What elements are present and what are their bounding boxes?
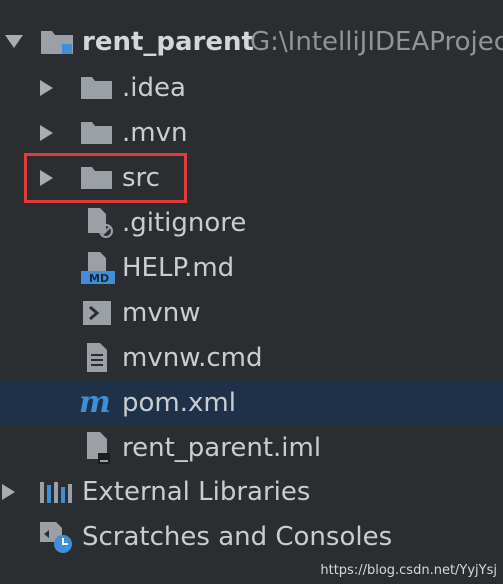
- tree-item-label: .mvn: [122, 118, 188, 148]
- tree-row-file[interactable]: mvnw.cmd: [0, 336, 503, 380]
- tree-row-folder[interactable]: .mvn: [0, 111, 503, 155]
- chevron-right-icon[interactable]: [2, 484, 15, 500]
- text-file-icon: [87, 343, 107, 372]
- tree-item-label: .idea: [122, 73, 186, 103]
- tree-row-file[interactable]: .gitignore: [0, 201, 503, 245]
- chevron-down-icon[interactable]: [5, 35, 23, 48]
- project-tree-panel: rent_parent G:\IntelliJIDEAProjec .idea …: [0, 0, 503, 584]
- scratches-label: Scratches and Consoles: [82, 522, 393, 552]
- shell-script-icon: [83, 301, 111, 325]
- tree-item-label: mvnw: [122, 298, 201, 328]
- tree-item-label: HELP.md: [122, 253, 235, 283]
- iml-file-icon: [87, 432, 110, 464]
- module-folder-icon: [41, 31, 73, 54]
- tree-row-file[interactable]: rent_parent.iml: [0, 426, 503, 470]
- tree-item-label: rent_parent.iml: [122, 433, 322, 463]
- svg-text:MD: MD: [89, 272, 109, 285]
- maven-m-icon: m: [79, 390, 111, 416]
- ignore-file-icon: [88, 208, 113, 238]
- tree-row-external-libraries[interactable]: External Libraries: [0, 470, 503, 514]
- tree-item-label: pom.xml: [122, 388, 236, 418]
- watermark-text: https://blog.csdn.net/YyjYsj: [320, 563, 497, 578]
- highlight-box: [24, 153, 187, 203]
- tree-item-label: mvnw.cmd: [122, 343, 263, 373]
- tree-row-scratches[interactable]: Scratches and Consoles: [0, 515, 503, 559]
- tree-item-label: .gitignore: [122, 208, 247, 238]
- markdown-file-icon: MD: [81, 252, 115, 285]
- chevron-right-icon[interactable]: [40, 125, 53, 141]
- tree-row-root[interactable]: rent_parent G:\IntelliJIDEAProjec: [0, 20, 503, 64]
- clipped-top-row: [0, 0, 503, 14]
- folder-icon: [81, 77, 112, 99]
- root-name: rent_parent: [82, 27, 254, 57]
- tree-row-folder[interactable]: .idea: [0, 66, 503, 110]
- svg-text:m: m: [79, 390, 111, 416]
- root-path: G:\IntelliJIDEAProjec: [250, 27, 503, 57]
- tree-row-file-selected[interactable]: m pom.xml: [0, 381, 503, 425]
- scratches-icon: [40, 522, 72, 553]
- chevron-right-icon[interactable]: [40, 80, 53, 96]
- tree-row-file[interactable]: mvnw: [0, 291, 503, 335]
- tree-row-file[interactable]: MD HELP.md: [0, 246, 503, 290]
- folder-icon: [81, 122, 112, 144]
- libraries-icon: [40, 482, 72, 503]
- external-libraries-label: External Libraries: [82, 477, 311, 507]
